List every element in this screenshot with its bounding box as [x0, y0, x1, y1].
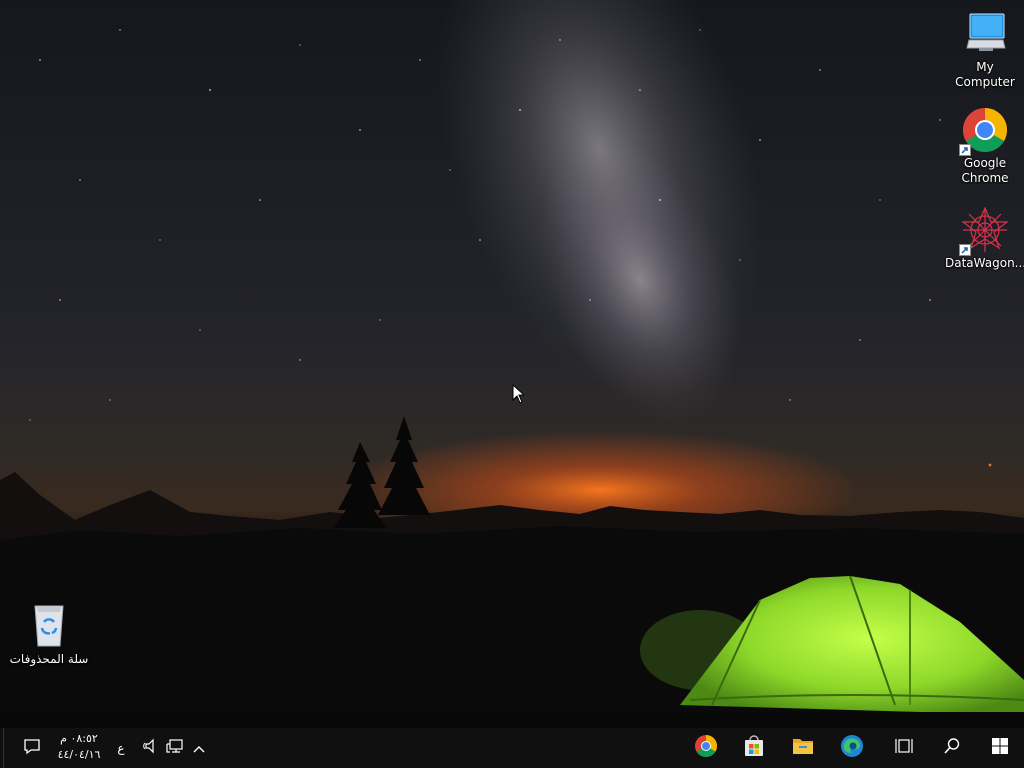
windows-logo-icon: [991, 737, 1009, 759]
task-view-icon: [894, 737, 914, 759]
clock-date: ٤٤/٠٤/١٦: [57, 748, 101, 761]
taskbar-file-explorer-button[interactable]: [781, 728, 825, 768]
start-button[interactable]: [978, 728, 1022, 768]
desktop-icon-google-chrome[interactable]: Google Chrome: [945, 106, 1024, 186]
store-icon: [742, 734, 766, 762]
taskbar-chrome-button[interactable]: [684, 728, 728, 768]
taskbar-store-button[interactable]: [732, 728, 776, 768]
notification-icon: [23, 737, 41, 759]
show-desktop-button[interactable]: [0, 728, 4, 768]
desktop-icon-label: DataWagon...: [945, 256, 1024, 270]
volume-button[interactable]: [140, 728, 162, 768]
chrome-icon: [694, 734, 718, 762]
shortcut-arrow-icon: [959, 244, 971, 256]
taskbar-edge-button[interactable]: [830, 728, 874, 768]
taskbar: ٠٨:٥٢ م ٤٤/٠٤/١٦ ع: [0, 728, 1024, 768]
search-icon: [943, 737, 961, 759]
desktop-icon-label: Google Chrome: [961, 156, 1009, 185]
computer-icon: [961, 10, 1009, 58]
chrome-icon: [959, 106, 1009, 156]
shortcut-arrow-icon: [959, 144, 971, 156]
desktop-icon-label: My Computer: [955, 60, 1015, 89]
show-hidden-icons-button[interactable]: [188, 728, 210, 768]
network-icon: [166, 738, 184, 758]
volume-icon: [143, 738, 159, 758]
datawagon-icon: [959, 206, 1009, 256]
desktop-icon-datawagon[interactable]: DataWagon...: [945, 206, 1024, 271]
desktop-icon-recycle-bin[interactable]: سلة المحذوفات: [9, 602, 89, 667]
desktop-icon-label: سلة المحذوفات: [9, 652, 89, 666]
desktop-icon-my-computer[interactable]: My Computer: [945, 10, 1024, 90]
file-explorer-icon: [791, 734, 815, 762]
task-view-button[interactable]: [882, 728, 926, 768]
action-center-button[interactable]: [12, 728, 52, 768]
edge-icon: [840, 734, 864, 762]
recycle-bin-icon: [25, 602, 73, 650]
desktop-wallpaper: [0, 0, 1024, 728]
taskbar-clock[interactable]: ٠٨:٥٢ م ٤٤/٠٤/١٦: [52, 731, 106, 763]
language-indicator[interactable]: ع: [112, 728, 130, 768]
clock-time: ٠٨:٥٢ م: [60, 732, 98, 745]
network-button[interactable]: [164, 728, 186, 768]
chevron-up-icon: [192, 739, 206, 758]
mouse-cursor-icon: [512, 383, 526, 408]
search-button[interactable]: [930, 728, 974, 768]
